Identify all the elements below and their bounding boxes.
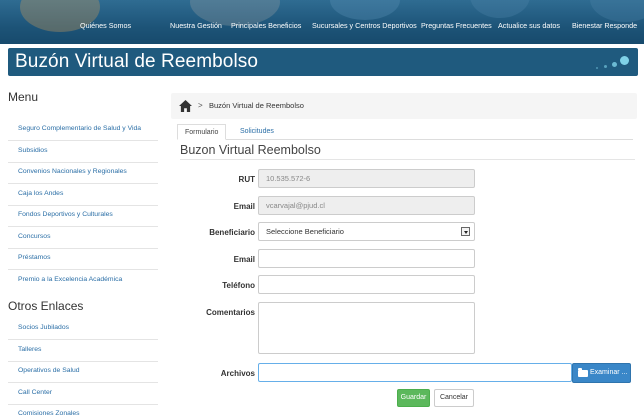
header-decoration-wave [330,0,400,20]
sidebar-item-premio-excelencia[interactable]: Premio a la Excelencia Académica [18,276,122,283]
sidebar-item-talleres[interactable]: Talleres [18,346,41,353]
banner-dots-decoration [582,52,632,72]
comentarios-textarea[interactable] [258,302,475,354]
divider [8,269,158,270]
header-decoration-circle [470,0,530,18]
folder-open-icon [578,368,588,377]
chevron-down-icon [461,227,470,236]
divider [8,226,158,227]
nav-link-preguntas-frecuentes[interactable]: Preguntas Frecuentes [421,21,492,30]
sidebar-menu-heading: Menu [8,90,39,104]
sidebar-item-caja-los-andes[interactable]: Caja los Andes [18,190,63,197]
cancelar-button[interactable]: Cancelar [434,389,474,407]
sidebar-item-subsidios[interactable]: Subsidios [18,147,47,154]
sidebar-otros-enlaces-heading: Otros Enlaces [8,299,84,313]
email-field[interactable] [258,249,475,268]
form-title: Buzon Virtual Reembolso [180,143,321,157]
sidebar-item-call-center[interactable]: Call Center [18,389,52,396]
sidebar-item-prestamos[interactable]: Préstamos [18,254,50,261]
rut-label: RUT [238,175,255,184]
rut-field[interactable]: 10.535.572-6 [258,169,475,188]
beneficiario-selected-value: Seleccione Beneficiario [266,227,344,236]
beneficiario-label: Beneficiario [209,228,255,237]
breadcrumb: > Buzón Virtual de Reembolso [171,93,637,119]
divider [8,205,158,206]
divider [8,339,158,340]
divider [8,140,158,141]
nav-link-bienestar-responde[interactable]: Bienestar Responde [572,21,637,30]
sidebar-item-seguro-complementario[interactable]: Seguro Complementario de Salud y Vida [18,125,141,132]
examinar-label: Examinar ... [590,369,628,376]
sidebar-item-operativos-salud[interactable]: Operativos de Salud [18,367,80,374]
breadcrumb-separator: > [198,101,203,110]
examinar-button[interactable]: Examinar ... [572,363,631,383]
guardar-button[interactable]: Guardar [397,389,430,407]
archivos-file-input[interactable] [258,363,572,382]
nav-link-sucursales[interactable]: Sucursales y Centros Deportivos [312,21,417,30]
nav-link-quienes-somos[interactable]: Quiénes Somos [80,21,131,30]
top-navigation-bar: Quiénes Somos Nuestra Gestión Principale… [0,0,644,44]
header-decoration-circle-right [590,0,644,22]
sidebar-item-socios-jubilados[interactable]: Socios Jubilados [18,324,69,331]
email-label: Email [233,202,255,211]
divider [8,183,158,184]
telefono-field[interactable] [258,275,475,294]
nav-link-actualice-datos[interactable]: Actualice sus datos [498,21,560,30]
sidebar-item-comisiones-zonales[interactable]: Comisiones Zonales [18,410,80,417]
comentarios-label: Comentarios [206,308,255,317]
sidebar-item-concursos[interactable]: Concursos [18,233,51,240]
banner-title: Buzón Virtual de Reembolso [15,51,259,72]
nav-link-principales-beneficios[interactable]: Principales Beneficios [231,21,301,30]
beneficiario-select[interactable]: Seleccione Beneficiario [258,222,475,241]
divider [8,248,158,249]
sidebar-item-convenios[interactable]: Convenios Nacionales y Regionales [18,168,127,175]
divider [180,159,635,160]
form-tabs: Formulario Solicitudes [177,124,633,140]
divider [8,404,158,405]
email-field-readonly[interactable]: vcarvajal@pjud.cl [258,196,475,215]
nav-links: Quiénes Somos Nuestra Gestión Principale… [0,21,644,35]
page-banner: Buzón Virtual de Reembolso [8,48,638,76]
divider [8,162,158,163]
nav-link-nuestra-gestion[interactable]: Nuestra Gestión [170,21,222,30]
email-label-2: Email [233,255,255,264]
telefono-label: Teléfono [222,281,255,290]
archivos-label: Archivos [220,369,255,378]
tab-solicitudes[interactable]: Solicitudes [233,124,281,140]
home-icon[interactable] [179,100,192,112]
breadcrumb-current: Buzón Virtual de Reembolso [209,101,304,110]
sidebar-item-fondos-deportivos[interactable]: Fondos Deportivos y Culturales [18,211,113,218]
tab-formulario[interactable]: Formulario [177,124,227,140]
divider [8,361,158,362]
divider [8,382,158,383]
